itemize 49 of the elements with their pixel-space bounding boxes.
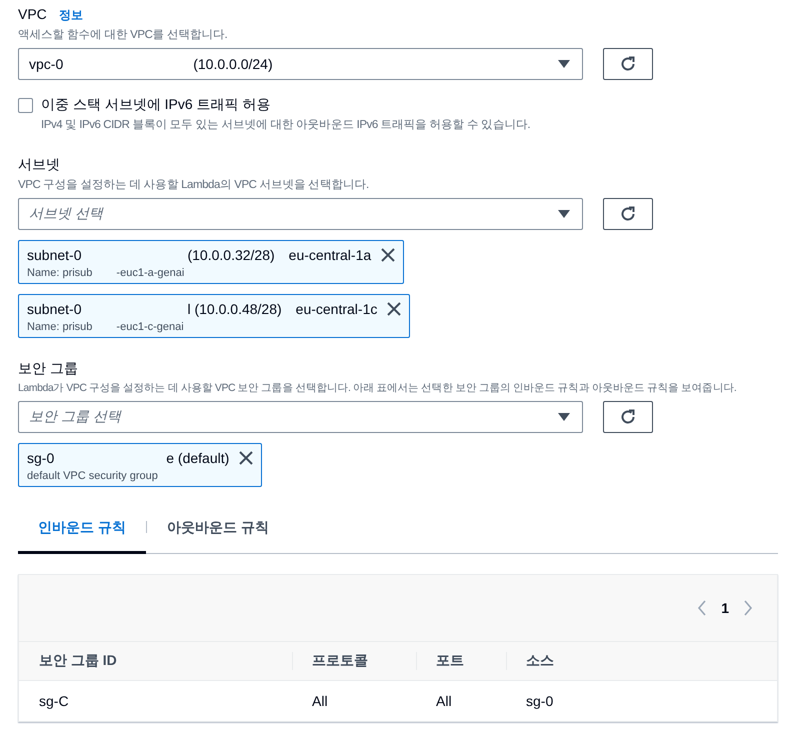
select-field[interactable]: 보안 그룹 선택: [18, 401, 583, 433]
table-cell: sg-0: [526, 693, 554, 709]
info-link[interactable]: 정보: [58, 7, 83, 24]
token-title: subnet-0: [27, 301, 82, 317]
table-cell: All: [312, 693, 328, 709]
refresh-button[interactable]: [603, 401, 653, 433]
refresh-button[interactable]: [603, 198, 653, 230]
checkbox-description: IPv4 및 IPv6 CIDR 블록이 모두 있는 서브넷에 대한 아웃바운드 IPv6 트래픽을 허용할 수 있습니다.: [41, 118, 530, 132]
table-cell: All: [436, 693, 452, 709]
token-title: eu-central-1a: [288, 247, 372, 263]
caret-down-icon: [558, 60, 570, 68]
token-title: e (default): [166, 450, 230, 466]
select-field[interactable]: vpc-0 (10.0.0.0/24): [18, 48, 583, 80]
close-icon[interactable]: [387, 302, 402, 316]
field-label: 보안 그룹: [18, 360, 78, 378]
token-title: eu-central-1c: [296, 301, 378, 317]
refresh-button[interactable]: [603, 48, 653, 80]
field-label: VPC: [18, 6, 47, 22]
select-field[interactable]: 서브넷 선택: [18, 198, 583, 230]
checkbox-label: 이중 스택 서브넷에 IPv6 트래픽 허용: [41, 96, 272, 114]
field-description: VPC 구성을 설정하는 데 사용할 Lambda의 VPC 서브넷을 선택합니다.: [18, 178, 370, 192]
refresh-icon: [619, 408, 637, 426]
close-icon[interactable]: [381, 248, 396, 262]
column-header: 보안 그룹 ID: [19, 642, 292, 681]
tab[interactable]: 인바운드 규칙: [18, 509, 146, 554]
table-cell: sg-C: [39, 693, 69, 709]
refresh-icon: [619, 205, 637, 223]
checkbox[interactable]: [18, 98, 33, 113]
refresh-icon: [619, 55, 637, 73]
token-title: subnet-0: [27, 247, 82, 263]
token-description: -euc1-a-genai: [116, 267, 184, 279]
caret-down-icon: [558, 413, 570, 421]
column-header: 포트: [416, 642, 506, 681]
field-label: 서브넷: [18, 156, 60, 174]
tab[interactable]: 아웃바운드 규칙: [146, 509, 289, 554]
page-number[interactable]: 1: [721, 600, 729, 616]
token-title: (10.0.0.32/28): [187, 247, 275, 263]
token-title: l (10.0.0.48/28): [187, 301, 282, 317]
field-description: 액세스할 함수에 대한 VPC를 선택합니다.: [18, 28, 228, 42]
token-title: sg-0: [27, 450, 54, 466]
column-header: 프로토콜: [292, 642, 416, 681]
column-header: 소스: [506, 642, 777, 681]
token-description: Name: prisub: [27, 321, 92, 333]
field-description: Lambda가 VPC 구성을 설정하는 데 사용할 VPC 보안 그룹을 선택합니다. 아래 표에서는 선택한 보안 그룹의 인바운드 규칙과 아웃바운드 규칙을 보여줍니다.: [18, 381, 738, 395]
token-description: Name: prisub: [27, 267, 92, 279]
close-icon[interactable]: [239, 451, 254, 465]
caret-down-icon: [558, 210, 570, 218]
token-description: -euc1-c-genai: [116, 321, 184, 333]
token-description: default VPC security group: [27, 470, 158, 482]
